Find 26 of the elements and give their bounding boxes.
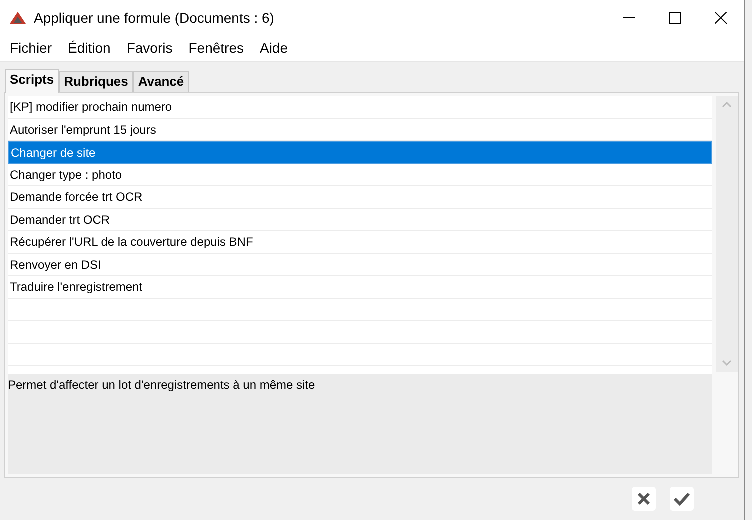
script-item[interactable]: Renvoyer en DSI [8,254,712,276]
tab[interactable]: Avancé [133,71,190,92]
menu-item[interactable]: Fichier [2,38,60,59]
script-item[interactable]: Demande forcée trt OCR [8,186,712,208]
close-icon [715,12,727,24]
script-item[interactable]: Récupérer l'URL de la couverture depuis BNF [8,231,712,254]
script-item[interactable]: Demander trt OCR [8,208,712,231]
description-text: Permet d'affecter un lot d'enregistrements à un même site [8,378,316,392]
maximize-icon [669,12,681,24]
script-item[interactable]: Changer de site [8,141,712,164]
close-icon [637,492,651,506]
checkmark-icon [673,492,691,506]
app-logo-icon [10,12,26,24]
confirm-button[interactable] [670,487,694,511]
script-item[interactable]: Traduire l'enregistrement [8,276,712,298]
script-item[interactable]: [KP] modifier prochain numero [8,96,712,118]
window-title: Appliquer une formule (Documents : 6) [34,8,276,28]
tab[interactable]: Scripts [5,69,60,93]
menu-item[interactable]: Édition [60,38,119,59]
menu-item[interactable]: Favoris [118,38,181,59]
menu-item[interactable]: Aide [252,38,296,59]
script-item[interactable]: Changer type : photo [8,164,712,186]
menu-item[interactable]: Fenêtres [180,38,252,59]
minimize-icon [623,17,635,19]
tab[interactable]: Rubriques [59,71,134,92]
cancel-button[interactable] [632,487,656,511]
